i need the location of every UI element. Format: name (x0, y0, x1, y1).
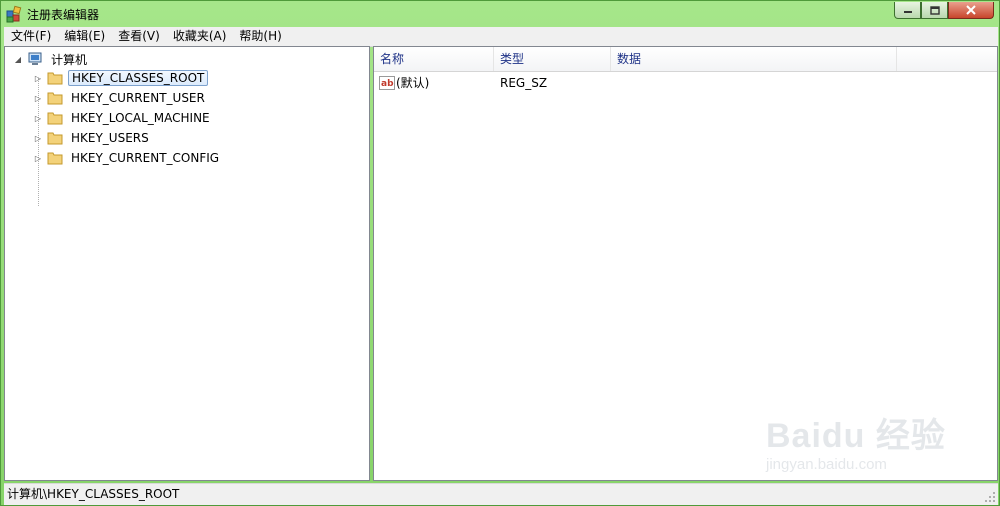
status-path: 计算机\HKEY_CLASSES_ROOT (7, 487, 180, 501)
folder-icon (47, 72, 63, 85)
title-bar[interactable]: 注册表编辑器 (1, 1, 999, 27)
column-data[interactable]: 数据 (611, 47, 897, 71)
expand-arrow-icon[interactable]: ▷ (33, 73, 43, 83)
menu-edit[interactable]: 编辑(E) (57, 27, 111, 46)
tree-label-computer: 计算机 (51, 52, 88, 67)
resize-grip-icon[interactable] (984, 491, 996, 503)
tree-label-key: HKEY_LOCAL_MACHINE (71, 111, 210, 125)
watermark-brand: Baidu 经验 (766, 417, 946, 455)
collapse-arrow-icon[interactable]: ◢ (13, 54, 23, 64)
menu-bar: 文件(F) 编辑(E) 查看(V) 收藏夹(A) 帮助(H) (4, 27, 998, 47)
folder-icon (47, 152, 63, 165)
folder-icon (47, 92, 63, 105)
expand-arrow-icon[interactable]: ▷ (33, 93, 43, 103)
tree-label-key: HKEY_CURRENT_CONFIG (71, 151, 220, 165)
tree-label-key: HKEY_USERS (71, 131, 149, 145)
minimize-icon (903, 11, 912, 13)
folder-icon (47, 132, 63, 145)
menu-file[interactable]: 文件(F) (4, 27, 57, 46)
column-header: 名称 类型 数据 (374, 47, 997, 72)
column-type[interactable]: 类型 (494, 47, 611, 71)
expand-arrow-icon[interactable]: ▷ (33, 133, 43, 143)
menu-help[interactable]: 帮助(H) (232, 27, 287, 46)
tree-item-hkey-current-config[interactable]: ▷ HKEY_CURRENT_CONFIG (33, 148, 222, 168)
menu-favorites[interactable]: 收藏夹(A) (166, 27, 233, 46)
values-list-pane[interactable]: 名称 类型 数据 ab (默认) REG_SZ Baidu 经验 jingyan… (373, 46, 998, 481)
minimize-button[interactable] (894, 2, 921, 19)
window-title: 注册表编辑器 (27, 8, 100, 22)
status-bar: 计算机\HKEY_CLASSES_ROOT (4, 483, 998, 505)
window-controls (894, 2, 994, 19)
close-icon (966, 5, 976, 15)
regedit-window: 注册表编辑器 文件(F) 编辑(E) 查看(V) 收藏夹(A) 帮助(H) ◢ (0, 0, 1000, 506)
svg-text:ab: ab (381, 79, 394, 89)
tree-item-hkey-current-user[interactable]: ▷ HKEY_CURRENT_USER (33, 88, 208, 108)
maximize-button[interactable] (921, 2, 948, 19)
value-name: (默认) (396, 76, 430, 90)
close-button[interactable] (948, 2, 994, 19)
tree-item-hkey-users[interactable]: ▷ HKEY_USERS (33, 128, 152, 148)
watermark-url: jingyan.baidu.com (766, 456, 887, 473)
menu-view[interactable]: 查看(V) (111, 27, 166, 46)
value-type: REG_SZ (500, 76, 548, 90)
computer-icon (28, 52, 42, 65)
baidu-watermark: Baidu 经验 jingyan.baidu.com (766, 400, 946, 484)
maximize-icon (929, 5, 940, 15)
tree-item-computer[interactable]: ◢ 计算机 (13, 49, 90, 69)
ab-string-icon: ab (379, 76, 395, 90)
expand-arrow-icon[interactable]: ▷ (33, 153, 43, 163)
expand-arrow-icon[interactable]: ▷ (33, 113, 43, 123)
list-item[interactable]: ab (默认) REG_SZ (374, 73, 997, 93)
key-tree-pane[interactable]: ◢ 计算机 ▷ HKEY_CLASSES_ROOT ▷ HKEY_CURRENT… (4, 46, 370, 481)
tree-item-hkey-classes-root[interactable]: ▷ HKEY_CLASSES_ROOT (33, 68, 209, 88)
column-name[interactable]: 名称 (374, 47, 494, 71)
folder-icon (47, 112, 63, 125)
tree-label-key: HKEY_CURRENT_USER (71, 91, 205, 105)
regedit-app-icon (6, 5, 22, 23)
tree-item-hkey-local-machine[interactable]: ▷ HKEY_LOCAL_MACHINE (33, 108, 213, 128)
tree-label-key: HKEY_CLASSES_ROOT (68, 70, 209, 86)
